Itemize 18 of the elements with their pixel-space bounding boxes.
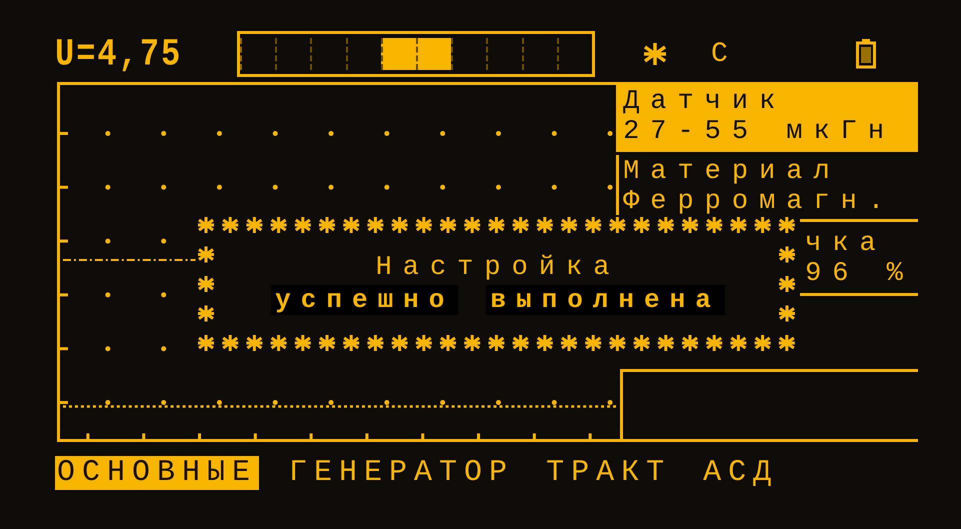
asterisk-icon	[643, 41, 667, 67]
parameter-label: Материал	[623, 157, 842, 187]
battery-icon	[856, 39, 876, 69]
dialog-message: успешно	[271, 285, 458, 315]
menu-tab[interactable]: ГЕНЕРАТОР	[287, 456, 516, 490]
dialog-message: выполнена	[486, 285, 725, 315]
parameter-label: чка	[805, 229, 888, 259]
parameter-panel[interactable]: Датчик 27-55 мкГн	[616, 85, 918, 152]
menu-tab[interactable]: АСД	[701, 456, 780, 490]
parameter-value: 27-55 мкГн	[623, 117, 896, 147]
dialog-title: Настройка	[376, 253, 620, 283]
menu-tab[interactable]: ТРАКТ	[544, 456, 674, 490]
mode-letter: С	[711, 38, 728, 70]
parameter-label: Датчик	[623, 87, 788, 117]
parameter-value: 96 %	[805, 259, 915, 289]
parameter-value: Ферромагн.	[623, 187, 896, 217]
menu-tab[interactable]: ОСНОВНЫЕ	[55, 456, 260, 490]
voltage-reading: U=4,75	[55, 32, 184, 76]
